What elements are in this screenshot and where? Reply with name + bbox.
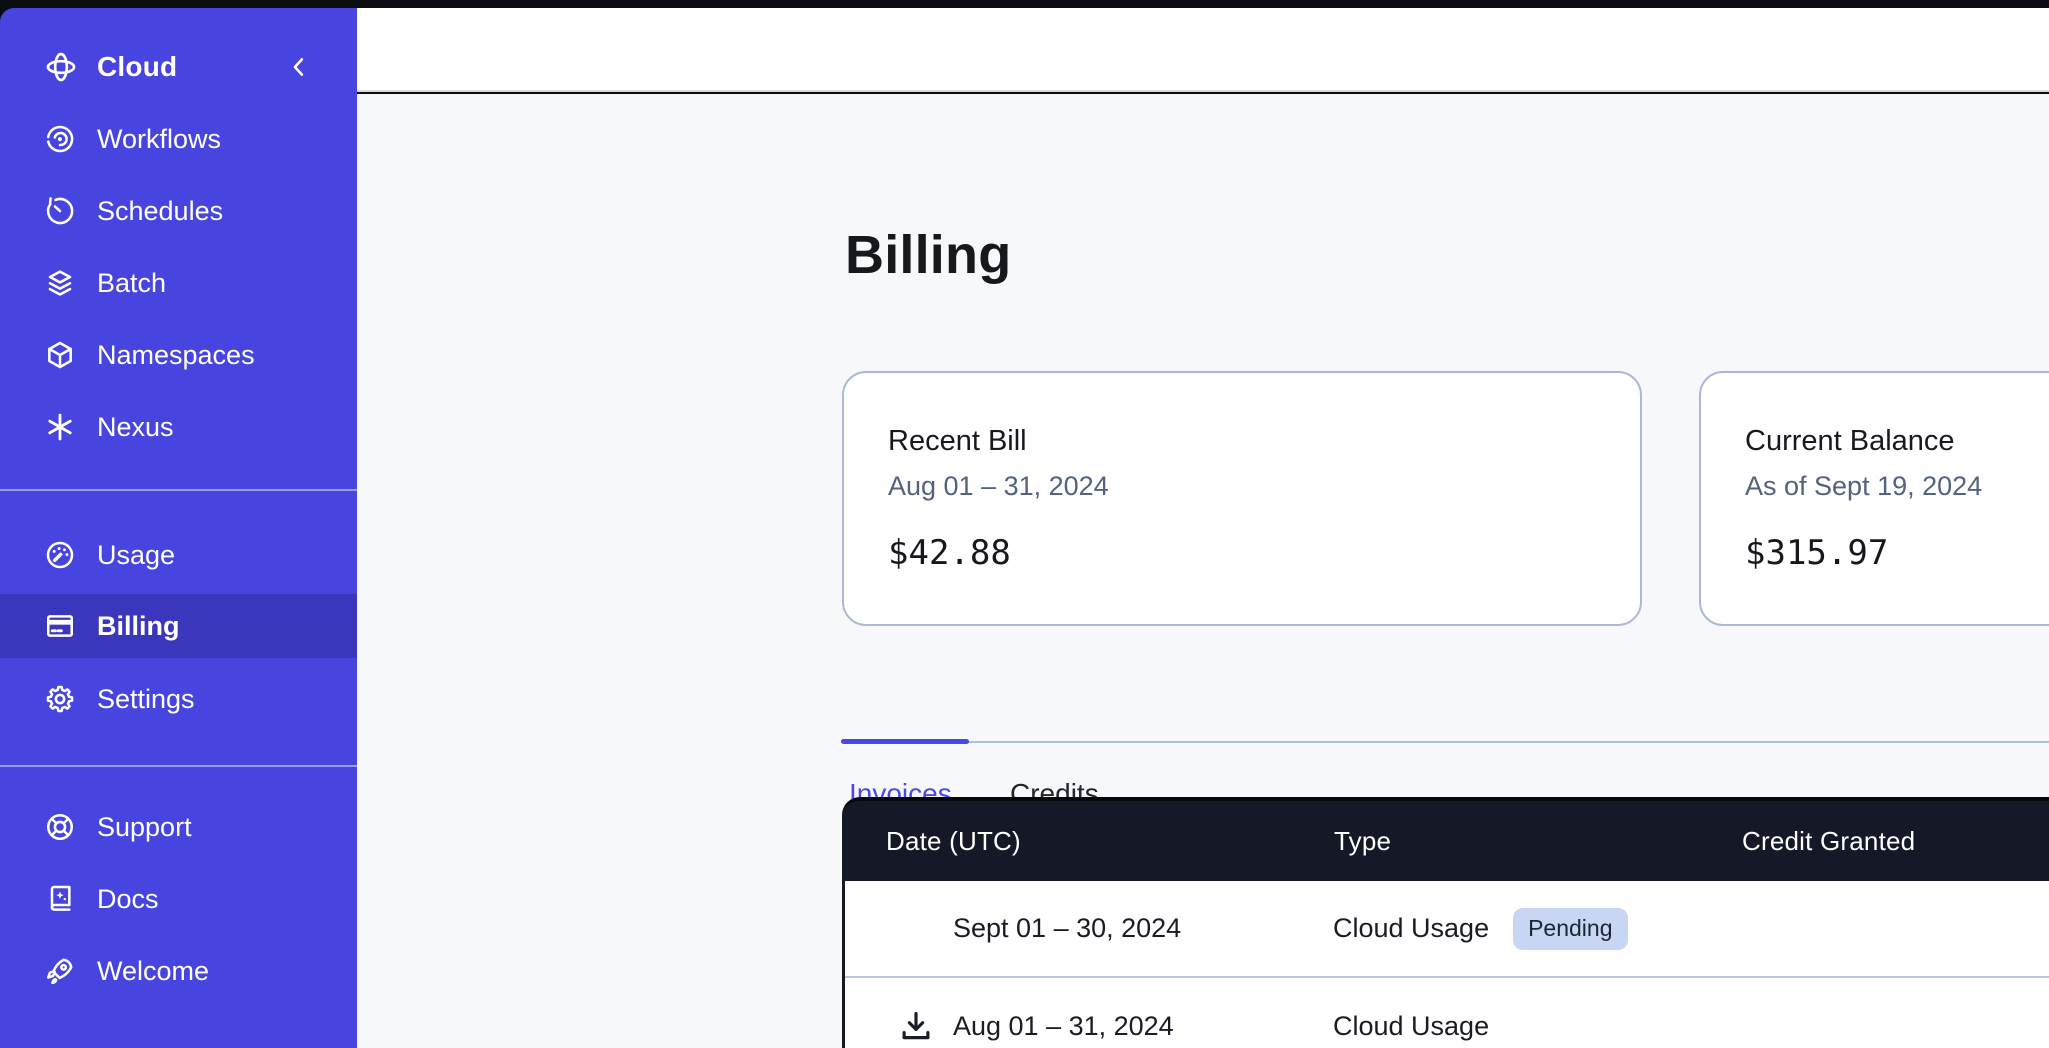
- card-amount: $315.97: [1745, 533, 2049, 573]
- billing-page: Billing Recent Bill Aug 01 – 31, 2024 $4…: [357, 94, 2049, 1048]
- sidebar-item-label: Namespaces: [97, 340, 255, 371]
- sidebar-item-docs[interactable]: Docs: [0, 867, 357, 931]
- namespaces-cube-icon: [44, 339, 76, 371]
- sidebar-item-schedules[interactable]: Schedules: [0, 179, 357, 243]
- table-body: Sept 01 – 30, 2024 Cloud Usage Pending: [842, 881, 2049, 1048]
- sidebar-collapse-button[interactable]: [281, 50, 317, 86]
- tab-track: [841, 741, 2049, 743]
- card-period: As of Sept 19, 2024: [1745, 469, 2049, 503]
- chevron-left-icon: [285, 53, 313, 84]
- workflows-spiral-icon: [44, 123, 76, 155]
- card-amount: $42.88: [888, 533, 1596, 573]
- table-row: Aug 01 – 31, 2024 Cloud Usage: [845, 978, 2049, 1048]
- column-header-type: Type: [1334, 801, 1391, 881]
- invoice-type-cell: Cloud Usage: [1333, 978, 1489, 1048]
- invoices-table: Date (UTC) Type Credit Granted Sept 01 –…: [842, 797, 2049, 1048]
- welcome-rocket-icon: [44, 955, 76, 987]
- column-header-credit: Credit Granted: [1742, 801, 1915, 881]
- temporal-logo-icon: [44, 50, 78, 84]
- sidebar-item-label: Settings: [97, 684, 195, 715]
- invoice-date: Aug 01 – 31, 2024: [953, 978, 1174, 1048]
- sidebar-item-label: Docs: [97, 884, 159, 915]
- download-invoice-button[interactable]: [897, 1008, 935, 1046]
- sidebar-item-nexus[interactable]: Nexus: [0, 395, 357, 459]
- brand-label: Cloud: [97, 51, 177, 83]
- status-badge: Pending: [1513, 908, 1627, 950]
- sidebar-item-label: Batch: [97, 268, 166, 299]
- download-icon: [897, 1034, 935, 1048]
- usage-gauge-icon: [44, 539, 76, 571]
- top-bar: [357, 8, 2049, 92]
- sidebar-item-label: Workflows: [97, 124, 221, 155]
- sidebar-item-label: Welcome: [97, 956, 209, 987]
- invoice-type-cell: Cloud Usage Pending: [1333, 881, 1628, 976]
- active-tab-indicator: [841, 739, 969, 744]
- invoice-date: Sept 01 – 30, 2024: [953, 881, 1181, 976]
- sidebar-brand: Cloud: [0, 38, 357, 96]
- card-title: Current Balance: [1745, 423, 2049, 459]
- billing-card-icon: [44, 610, 76, 642]
- sidebar-item-support[interactable]: Support: [0, 795, 357, 859]
- docs-book-icon: [44, 883, 76, 915]
- nexus-asterisk-icon: [44, 411, 76, 443]
- sidebar-item-usage[interactable]: Usage: [0, 523, 357, 587]
- invoice-type: Cloud Usage: [1333, 1011, 1489, 1042]
- schedules-timer-icon: [44, 195, 76, 227]
- sidebar-item-label: Usage: [97, 540, 175, 571]
- sidebar: Cloud Workflows Sche: [0, 8, 357, 1048]
- batch-layers-icon: [44, 267, 76, 299]
- card-period: Aug 01 – 31, 2024: [888, 469, 1596, 503]
- sidebar-item-billing[interactable]: Billing: [0, 594, 357, 658]
- sidebar-divider: [0, 765, 357, 767]
- column-header-date: Date (UTC): [886, 801, 1021, 881]
- settings-gear-icon: [44, 683, 76, 715]
- sidebar-item-label: Nexus: [97, 412, 174, 443]
- current-balance-card: Current Balance As of Sept 19, 2024 $315…: [1699, 371, 2049, 626]
- sidebar-item-welcome[interactable]: Welcome: [0, 939, 357, 1003]
- sidebar-item-workflows[interactable]: Workflows: [0, 107, 357, 171]
- card-title: Recent Bill: [888, 423, 1596, 459]
- table-header: Date (UTC) Type Credit Granted: [842, 797, 2049, 881]
- recent-bill-card: Recent Bill Aug 01 – 31, 2024 $42.88: [842, 371, 1642, 626]
- invoice-type: Cloud Usage: [1333, 913, 1489, 944]
- sidebar-item-label: Schedules: [97, 196, 223, 227]
- support-lifebuoy-icon: [44, 811, 76, 843]
- sidebar-item-batch[interactable]: Batch: [0, 251, 357, 315]
- table-row: Sept 01 – 30, 2024 Cloud Usage Pending: [845, 881, 2049, 978]
- sidebar-item-label: Support: [97, 812, 192, 843]
- sidebar-item-settings[interactable]: Settings: [0, 667, 357, 731]
- sidebar-divider: [0, 489, 357, 491]
- sidebar-item-namespaces[interactable]: Namespaces: [0, 323, 357, 387]
- sidebar-item-label: Billing: [97, 611, 180, 642]
- page-title: Billing: [845, 224, 1011, 286]
